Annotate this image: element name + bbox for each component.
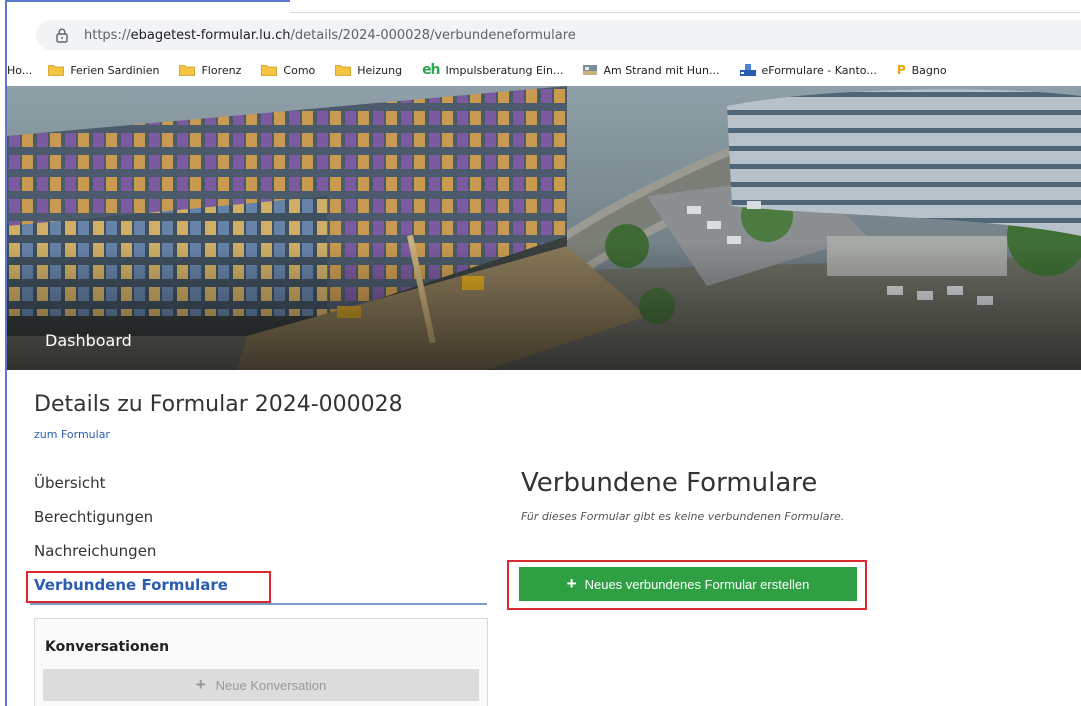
- nav-active-underline: [30, 603, 487, 605]
- plus-icon: +: [566, 574, 577, 593]
- folder-icon: [261, 65, 278, 76]
- bookmark-folder[interactable]: Heizung: [335, 64, 402, 77]
- hero-banner: Dashboard: [7, 86, 1081, 370]
- hero-title: Dashboard: [45, 331, 132, 350]
- bookmark-item[interactable]: eh Impulsberatung Ein...: [422, 62, 563, 78]
- nav-item-uebersicht[interactable]: Übersicht: [34, 470, 488, 504]
- eh-icon: eh: [422, 62, 440, 78]
- tab-strip-divider: [290, 12, 1080, 13]
- back-to-form-link[interactable]: zum Formular: [34, 428, 110, 441]
- folder-icon: [179, 65, 196, 76]
- bookmark-folder[interactable]: Ferien Sardinien: [48, 64, 159, 77]
- bookmark-item[interactable]: P Bagno: [897, 63, 947, 77]
- bookmark-label: Bagno: [911, 63, 947, 77]
- highlight-box-nav: [26, 571, 271, 603]
- conversations-panel: Konversationen + Neue Konversation: [34, 618, 488, 706]
- bookmark-folder[interactable]: Florenz: [179, 64, 241, 77]
- folder-icon: [335, 65, 352, 76]
- beach-icon: [583, 65, 598, 75]
- bookmark-label: Am Strand mit Hun...: [603, 63, 720, 77]
- plus-icon: +: [195, 675, 206, 694]
- bookmark-label: Ferien Sardinien: [70, 63, 160, 77]
- nav-item-nachreichungen[interactable]: Nachreichungen: [34, 538, 488, 572]
- bookmark-label: Heizung: [357, 63, 403, 77]
- conversations-title: Konversationen: [45, 639, 170, 655]
- address-bar[interactable]: https://ebagetest-formular.lu.ch/details…: [36, 20, 1081, 50]
- new-conversation-label: Neue Konversation: [215, 677, 327, 693]
- url-host: ebagetest-formular.lu.ch: [130, 27, 291, 43]
- section-title: Verbundene Formulare: [521, 468, 818, 498]
- url-text[interactable]: https://ebagetest-formular.lu.ch/details…: [84, 28, 576, 43]
- nav-item-berechtigungen[interactable]: Berechtigungen: [34, 504, 488, 538]
- bookmark-label: Ho...: [7, 63, 33, 77]
- bookmarks-bar: Ho... Ferien Sardinien Florenz Como Heiz…: [7, 57, 1081, 83]
- page-title: Details zu Formular 2024-000028: [34, 392, 403, 417]
- bookmark-label: Impulsberatung Ein...: [445, 63, 564, 77]
- create-linked-form-button[interactable]: + Neues verbundenes Formular erstellen: [519, 567, 857, 601]
- empty-state-message: Für dieses Formular gibt es keine verbun…: [521, 510, 845, 523]
- bookmark-label: eFormulare - Kanto...: [761, 63, 877, 77]
- bookmark-label: Florenz: [201, 63, 242, 77]
- eform-icon: [739, 64, 756, 76]
- active-tab-edge: [5, 0, 290, 2]
- lock-icon[interactable]: [54, 27, 70, 43]
- bookmark-item[interactable]: eFormulare - Kanto...: [739, 63, 877, 77]
- url-path: /details/2024-000028/verbundeneformulare: [290, 27, 576, 43]
- bagno-icon: P: [896, 63, 906, 77]
- bookmark-folder[interactable]: Como: [261, 64, 315, 77]
- bookmark-item[interactable]: Am Strand mit Hun...: [583, 63, 720, 77]
- new-conversation-button[interactable]: + Neue Konversation: [43, 669, 479, 701]
- bookmark-item[interactable]: Ho...: [7, 64, 32, 77]
- bookmark-label: Como: [283, 63, 316, 77]
- folder-icon: [48, 65, 65, 76]
- create-linked-form-label: Neues verbundenes Formular erstellen: [584, 576, 810, 592]
- hero-photo: [7, 86, 1081, 370]
- url-prefix: https://: [84, 27, 131, 43]
